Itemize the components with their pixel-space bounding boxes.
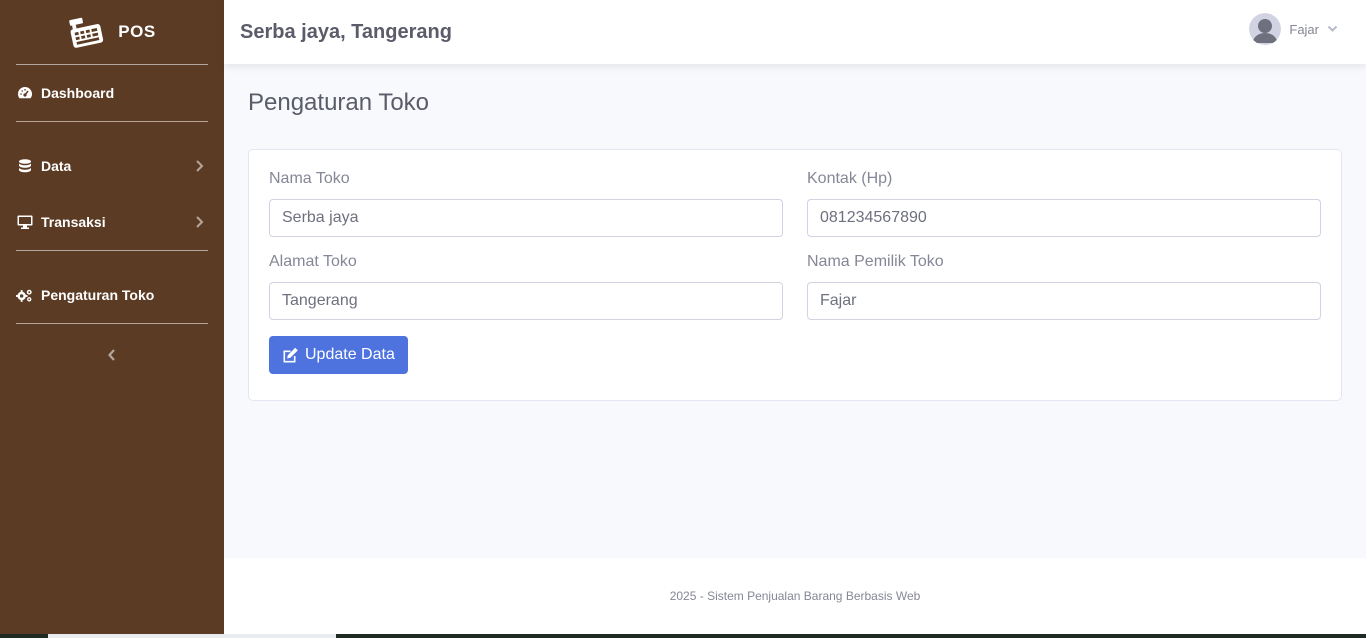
alamat-toko-input[interactable] (269, 282, 783, 320)
user-menu[interactable]: Fajar (1249, 13, 1338, 45)
nama-pemilik-label: Nama Pemilik Toko (807, 253, 944, 270)
chevron-right-icon (196, 160, 204, 172)
sidebar-item-pengaturan-toko[interactable]: Pengaturan Toko (0, 267, 224, 323)
alamat-toko-label: Alamat Toko (269, 253, 357, 270)
user-avatar-icon (1249, 13, 1282, 45)
sidebar-item-transaksi[interactable]: Transaksi (0, 194, 224, 250)
brand-name: POS (118, 22, 156, 41)
user-name: Fajar (1289, 21, 1319, 37)
sidebar-item-label: Pengaturan Toko (41, 287, 155, 303)
edit-icon (283, 347, 298, 363)
footer-copyright: 2025 - Sistem Penjualan Barang Berbasis … (669, 589, 921, 603)
desktop-icon (16, 214, 33, 231)
kontak-label: Kontak (Hp) (807, 170, 893, 187)
nama-toko-label: Nama Toko (269, 170, 350, 187)
store-settings-card: Nama Toko Kontak (Hp) Alamat Toko Nama P… (248, 149, 1342, 401)
sidebar-item-data[interactable]: Data (0, 138, 224, 194)
update-data-button[interactable]: Update Data (269, 336, 408, 374)
dashboard-icon (16, 85, 33, 102)
cash-register-icon (69, 17, 104, 48)
kontak-input[interactable] (807, 199, 1321, 237)
database-icon (16, 158, 33, 175)
avatar (1249, 13, 1282, 45)
nama-toko-input[interactable] (269, 199, 783, 237)
cogs-icon (16, 287, 33, 304)
sidebar: POS Dashboard Data Transaksi Pengaturan … (0, 0, 224, 634)
chevron-right-icon (196, 216, 204, 228)
nama-pemilik-input[interactable] (807, 282, 1321, 320)
form-group-kontak: Kontak (Hp) (807, 170, 1321, 237)
sidebar-item-label: Transaksi (41, 214, 106, 230)
taskbar-segment (48, 634, 336, 638)
topbar: Serba jaya, Tangerang Fajar (224, 0, 1366, 64)
sidebar-brand[interactable]: POS (0, 0, 224, 64)
sidebar-item-label: Dashboard (41, 85, 115, 101)
form-group-nama-toko: Nama Toko (269, 170, 783, 237)
sidebar-item-dashboard[interactable]: Dashboard (0, 65, 224, 121)
form-group-alamat: Alamat Toko (269, 253, 783, 320)
page-title: Pengaturan Toko (248, 89, 430, 116)
update-data-label: Update Data (305, 346, 395, 363)
form-group-pemilik: Nama Pemilik Toko (807, 253, 1321, 320)
store-title: Serba jaya, Tangerang (240, 20, 452, 43)
chevron-left-icon (108, 349, 115, 361)
sidebar-toggle-button[interactable] (0, 348, 224, 362)
chevron-down-icon (1327, 25, 1338, 32)
main-content: Pengaturan Toko Nama Toko Kontak (Hp) Al… (224, 64, 1366, 558)
footer: 2025 - Sistem Penjualan Barang Berbasis … (224, 558, 1366, 634)
sidebar-item-label: Data (41, 158, 72, 174)
taskbar-strip (0, 634, 1366, 638)
sidebar-divider (16, 323, 208, 324)
